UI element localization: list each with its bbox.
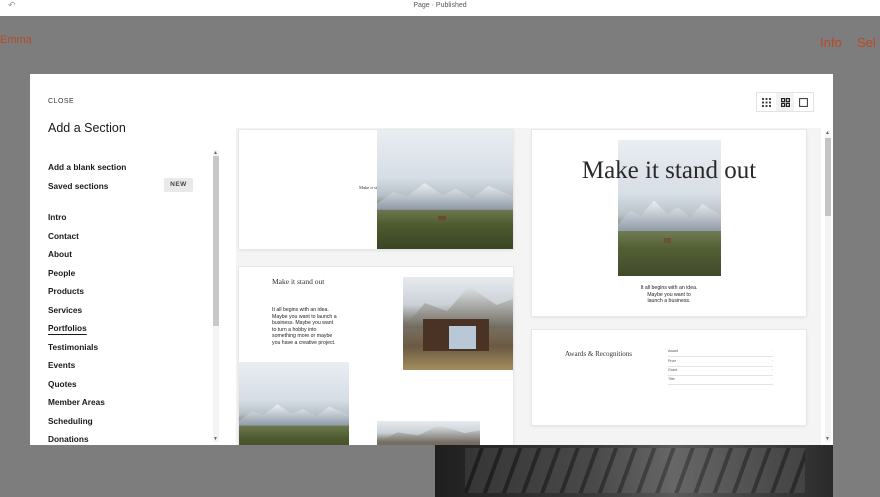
- close-button[interactable]: CLOSE: [48, 98, 74, 105]
- add-section-modal: CLOSE Add a Section Add a blank section …: [30, 74, 833, 445]
- category-about[interactable]: About: [48, 249, 72, 259]
- grid-small-icon[interactable]: [757, 93, 776, 111]
- category-member-areas[interactable]: Member Areas: [48, 397, 105, 407]
- add-blank-section-item[interactable]: Add a blank section: [48, 162, 126, 172]
- awards-row: Prize ·: [668, 358, 773, 367]
- category-donations[interactable]: Donations: [48, 434, 89, 444]
- cabin-image: [403, 277, 513, 370]
- category-portfolios[interactable]: Portfolios: [48, 323, 87, 333]
- preview-card[interactable]: Make it stand out: [239, 130, 513, 249]
- nav-link-info: Info: [820, 35, 842, 50]
- mountain-image: [377, 130, 513, 249]
- awards-row: Grant ·: [668, 367, 773, 376]
- category-intro[interactable]: Intro: [48, 212, 66, 222]
- scroll-down-icon[interactable]: ▼: [825, 436, 830, 442]
- awards-row: Award ·: [668, 348, 773, 357]
- preview-body-text: It all begins with an idea. Maybe you wa…: [640, 285, 698, 305]
- scroll-up-icon[interactable]: ▲: [825, 130, 830, 136]
- category-scheduling[interactable]: Scheduling: [48, 416, 93, 426]
- preview-heading: Awards & Recognitions: [565, 350, 633, 358]
- section-preview-gallery: Make it stand out Make it stand out It a…: [236, 128, 821, 445]
- sidebar-scroll-thumb[interactable]: [213, 156, 219, 326]
- gallery-scroll-thumb[interactable]: [825, 138, 831, 216]
- scroll-down-icon[interactable]: ▼: [213, 436, 218, 442]
- category-people[interactable]: People: [48, 268, 75, 278]
- saved-sections-label: Saved sections: [48, 181, 109, 191]
- category-services[interactable]: Services: [48, 305, 82, 315]
- sidebar-scrollbar[interactable]: ▲ ▼: [213, 150, 219, 442]
- nav-link-partial: Sel: [857, 35, 876, 50]
- editor-top-bar: ↶ Page · Published: [0, 0, 880, 16]
- category-contact[interactable]: Contact: [48, 231, 79, 241]
- category-quotes[interactable]: Quotes: [48, 379, 77, 389]
- single-view-icon[interactable]: [794, 93, 813, 111]
- preview-body-text: It all begins with an idea. Maybe you wa…: [272, 307, 337, 346]
- view-toggle: [756, 92, 814, 112]
- category-events[interactable]: Events: [48, 360, 75, 370]
- category-testimonials[interactable]: Testimonials: [48, 342, 98, 352]
- modal-title: Add a Section: [48, 121, 126, 135]
- mountain-image: [239, 362, 349, 445]
- new-badge: NEW: [164, 178, 193, 192]
- grid-large-icon[interactable]: [775, 93, 795, 111]
- cabin-image: [377, 421, 480, 445]
- preview-card[interactable]: Make it stand out Make it stand out It a…: [532, 130, 806, 316]
- preview-heading: Make it stand out: [272, 277, 325, 286]
- preview-card[interactable]: Make it stand out It all begins with an …: [239, 267, 513, 445]
- preview-card[interactable]: Awards & Recognitions Award · Prize · Gran…: [532, 330, 806, 425]
- saved-sections-item[interactable]: Saved sections NEW: [48, 178, 198, 192]
- category-products[interactable]: Products: [48, 286, 84, 296]
- page-status: Page · Published: [413, 2, 467, 9]
- site-brand: Emma: [0, 34, 32, 46]
- preview-heading-overlay: Make it stand out: [581, 157, 757, 184]
- gallery-scrollbar[interactable]: ▲ ▼: [825, 130, 831, 442]
- awards-row: Title ·: [668, 376, 773, 385]
- site-photo: [435, 444, 833, 497]
